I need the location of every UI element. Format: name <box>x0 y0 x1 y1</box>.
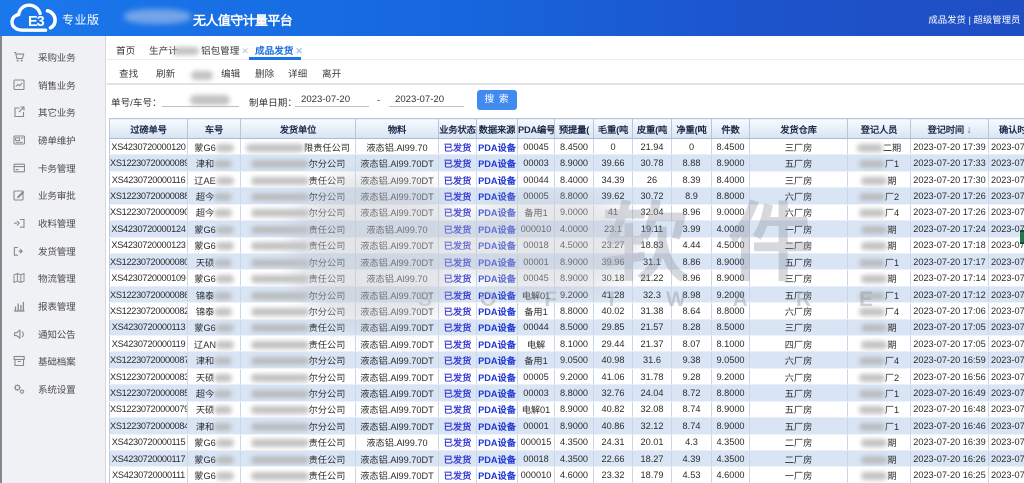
svg-text:E3: E3 <box>28 14 45 30</box>
